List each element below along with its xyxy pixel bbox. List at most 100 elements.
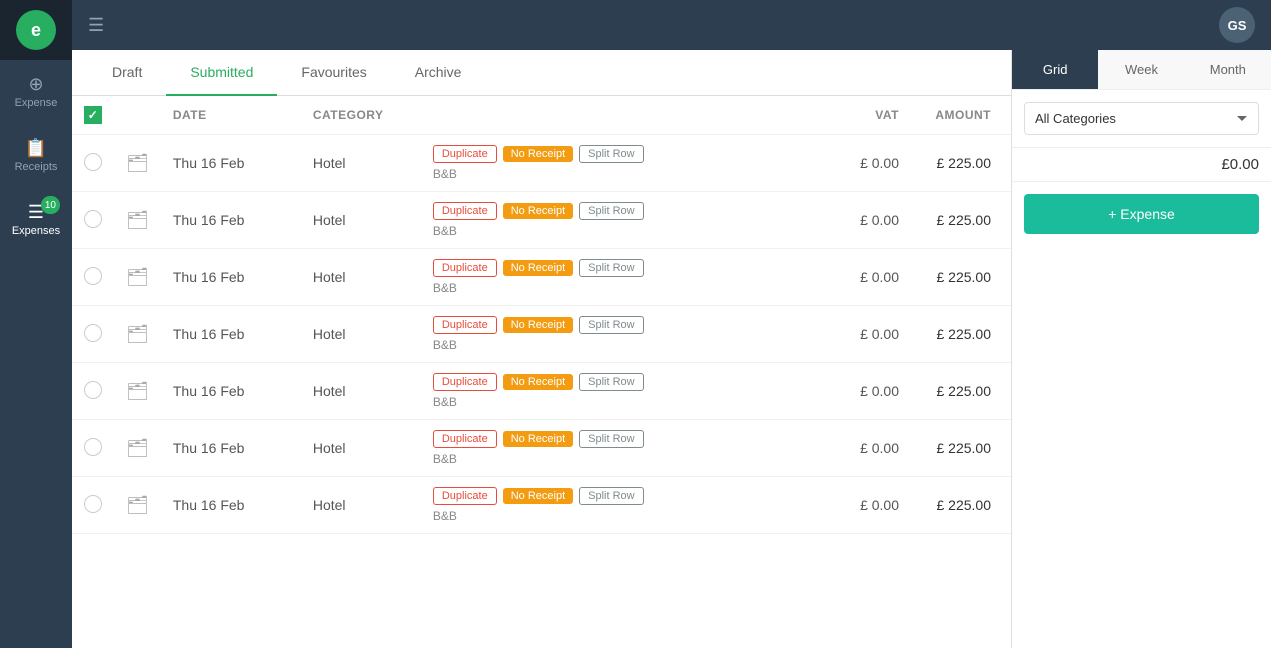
row-checkbox-1[interactable]: [72, 192, 114, 249]
row-sub-2: B&B: [433, 281, 799, 295]
split-row-tag[interactable]: Split Row: [579, 430, 643, 448]
row-folder-5[interactable]: 🗂: [114, 420, 161, 477]
row-amount-3: £ 225.00: [911, 306, 1011, 363]
row-checkbox-2[interactable]: [72, 249, 114, 306]
folder-icon[interactable]: 🗂: [126, 267, 149, 287]
filter-row: All Categories: [1012, 90, 1271, 148]
row-amount-0: £ 225.00: [911, 135, 1011, 192]
duplicate-tag[interactable]: Duplicate: [433, 202, 497, 220]
split-row-tag[interactable]: Split Row: [579, 487, 643, 505]
row-checkbox-0[interactable]: [72, 135, 114, 192]
tab-archive[interactable]: Archive: [391, 50, 486, 96]
right-panel: Grid Week Month All Categories £0.00 + E…: [1011, 50, 1271, 648]
th-check: ✓: [72, 96, 114, 135]
view-tab-month[interactable]: Month: [1185, 50, 1271, 89]
row-amount-4: £ 225.00: [911, 363, 1011, 420]
row-category-1: Hotel: [301, 192, 421, 249]
row-amount-5: £ 225.00: [911, 420, 1011, 477]
duplicate-tag[interactable]: Duplicate: [433, 145, 497, 163]
expenses-badge: 10: [41, 196, 60, 214]
app-logo[interactable]: e: [16, 10, 56, 50]
checkbox-circle[interactable]: [84, 324, 102, 342]
tab-draft[interactable]: Draft: [88, 50, 166, 96]
row-sub-6: B&B: [433, 509, 799, 523]
sidebar-item-receipts[interactable]: 📋 Receipts: [0, 124, 72, 188]
folder-icon[interactable]: 🗂: [126, 438, 149, 458]
main-content: ☰ GS Draft Submitted Favourites Archive …: [72, 0, 1271, 648]
folder-icon[interactable]: 🗂: [126, 381, 149, 401]
checkbox-circle[interactable]: [84, 153, 102, 171]
th-details: [421, 96, 811, 135]
folder-icon[interactable]: 🗂: [126, 153, 149, 173]
no-receipt-tag[interactable]: No Receipt: [503, 317, 573, 333]
row-sub-0: B&B: [433, 167, 799, 181]
row-details-3: Duplicate No Receipt Split Row B&B: [421, 306, 811, 363]
table-row: 🗂 Thu 16 Feb Hotel Duplicate No Receipt …: [72, 249, 1011, 306]
expense-area: Draft Submitted Favourites Archive ✓ DAT…: [72, 50, 1011, 648]
tab-favourites[interactable]: Favourites: [277, 50, 390, 96]
row-amount-1: £ 225.00: [911, 192, 1011, 249]
sidebar-item-expense[interactable]: ⊕ Expense: [0, 60, 72, 124]
row-folder-6[interactable]: 🗂: [114, 477, 161, 534]
menu-icon[interactable]: ☰: [88, 15, 104, 36]
row-sub-4: B&B: [433, 395, 799, 409]
expense-table-container: ✓ DATE CATEGORY VAT AMOUNT: [72, 96, 1011, 648]
no-receipt-tag[interactable]: No Receipt: [503, 488, 573, 504]
no-receipt-tag[interactable]: No Receipt: [503, 260, 573, 276]
folder-icon[interactable]: 🗂: [126, 324, 149, 344]
row-vat-0: £ 0.00: [811, 135, 911, 192]
category-filter[interactable]: All Categories: [1024, 102, 1259, 135]
row-folder-1[interactable]: 🗂: [114, 192, 161, 249]
duplicate-tag[interactable]: Duplicate: [433, 259, 497, 277]
content-area: Draft Submitted Favourites Archive ✓ DAT…: [72, 50, 1271, 648]
split-row-tag[interactable]: Split Row: [579, 373, 643, 391]
duplicate-tag[interactable]: Duplicate: [433, 487, 497, 505]
row-details-0: Duplicate No Receipt Split Row B&B: [421, 135, 811, 192]
checkbox-circle[interactable]: [84, 438, 102, 456]
duplicate-tag[interactable]: Duplicate: [433, 373, 497, 391]
split-row-tag[interactable]: Split Row: [579, 202, 643, 220]
row-folder-0[interactable]: 🗂: [114, 135, 161, 192]
row-date-2: Thu 16 Feb: [161, 249, 301, 306]
table-row: 🗂 Thu 16 Feb Hotel Duplicate No Receipt …: [72, 192, 1011, 249]
row-checkbox-6[interactable]: [72, 477, 114, 534]
row-amount-6: £ 225.00: [911, 477, 1011, 534]
split-row-tag[interactable]: Split Row: [579, 259, 643, 277]
checkbox-circle[interactable]: [84, 495, 102, 513]
sidebar-item-expenses[interactable]: 10 ☰ Expenses: [0, 188, 72, 252]
add-expense-button[interactable]: + Expense: [1024, 194, 1259, 234]
row-folder-2[interactable]: 🗂: [114, 249, 161, 306]
duplicate-tag[interactable]: Duplicate: [433, 430, 497, 448]
user-avatar[interactable]: GS: [1219, 7, 1255, 43]
tab-submitted[interactable]: Submitted: [166, 50, 277, 96]
row-vat-4: £ 0.00: [811, 363, 911, 420]
row-checkbox-4[interactable]: [72, 363, 114, 420]
split-row-tag[interactable]: Split Row: [579, 316, 643, 334]
row-date-6: Thu 16 Feb: [161, 477, 301, 534]
folder-icon[interactable]: 🗂: [126, 210, 149, 230]
row-checkbox-5[interactable]: [72, 420, 114, 477]
checkbox-circle[interactable]: [84, 210, 102, 228]
checkbox-circle[interactable]: [84, 381, 102, 399]
table-row: 🗂 Thu 16 Feb Hotel Duplicate No Receipt …: [72, 135, 1011, 192]
row-date-1: Thu 16 Feb: [161, 192, 301, 249]
sidebar-item-expense-label: Expense: [15, 97, 58, 109]
row-checkbox-3[interactable]: [72, 306, 114, 363]
folder-icon[interactable]: 🗂: [126, 495, 149, 515]
no-receipt-tag[interactable]: No Receipt: [503, 431, 573, 447]
no-receipt-tag[interactable]: No Receipt: [503, 374, 573, 390]
row-folder-4[interactable]: 🗂: [114, 363, 161, 420]
duplicate-tag[interactable]: Duplicate: [433, 316, 497, 334]
row-folder-3[interactable]: 🗂: [114, 306, 161, 363]
select-all-checkbox[interactable]: ✓: [84, 106, 102, 124]
view-tab-grid[interactable]: Grid: [1012, 50, 1098, 89]
no-receipt-tag[interactable]: No Receipt: [503, 203, 573, 219]
no-receipt-tag[interactable]: No Receipt: [503, 146, 573, 162]
topbar: ☰ GS: [72, 0, 1271, 50]
sidebar-logo: e: [0, 0, 72, 60]
row-sub-3: B&B: [433, 338, 799, 352]
checkbox-circle[interactable]: [84, 267, 102, 285]
row-details-2: Duplicate No Receipt Split Row B&B: [421, 249, 811, 306]
view-tab-week[interactable]: Week: [1098, 50, 1184, 89]
split-row-tag[interactable]: Split Row: [579, 145, 643, 163]
